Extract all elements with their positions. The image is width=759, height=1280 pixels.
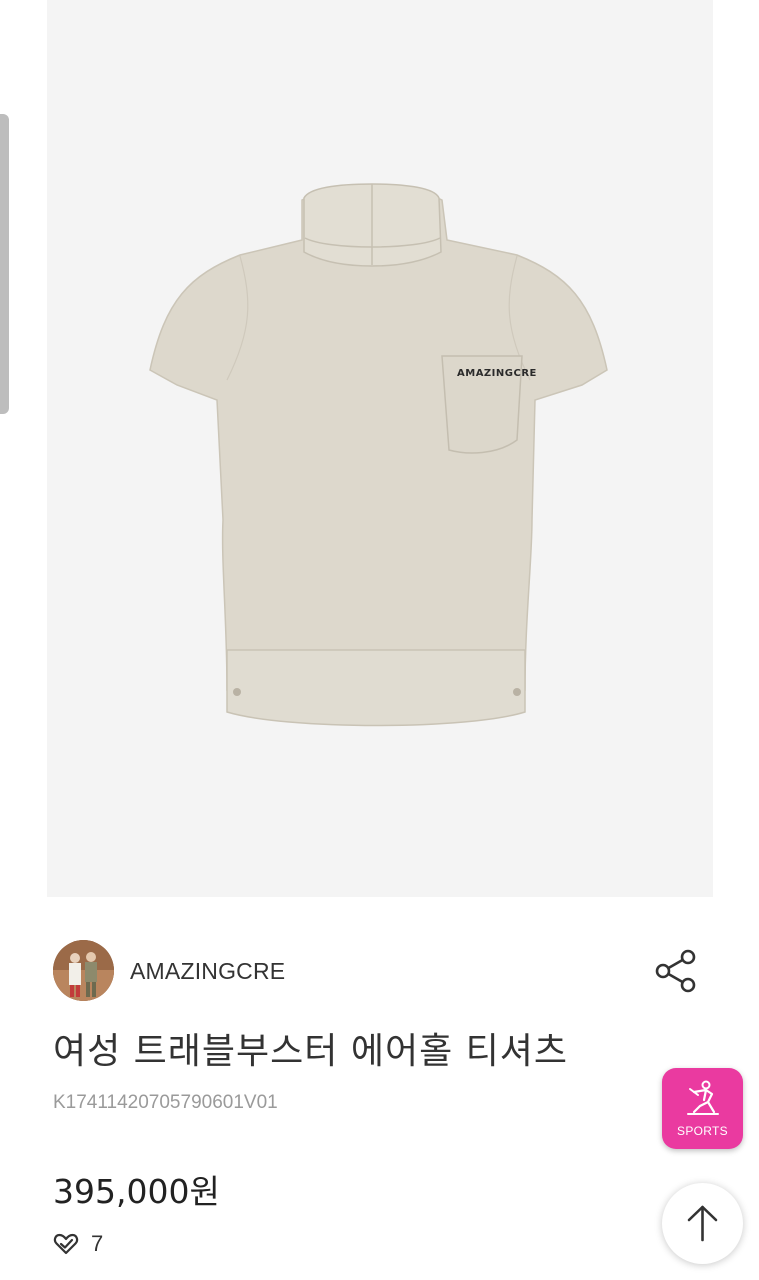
product-image[interactable]: AMAZINGCRE [47,0,713,897]
pocket-logo-text: AMAZINGCRE [457,368,537,379]
brand-row: AMAZINGCRE [53,940,703,1002]
heart-check-icon [53,1233,79,1255]
product-photo: AMAZINGCRE [149,183,608,727]
scroll-indicator[interactable] [0,114,9,414]
share-icon [655,949,696,993]
product-price: 395,000원 [53,1172,220,1211]
product-title: 여성 트래블부스터 에어홀 티셔츠 [53,1031,569,1072]
brand-name[interactable]: AMAZINGCRE [130,958,285,985]
like-button[interactable] [53,1231,79,1257]
sports-button[interactable]: SPORTS [662,1068,743,1149]
arrow-up-icon [687,1205,718,1242]
golfer-icon [687,1080,719,1115]
brand-avatar[interactable] [53,940,114,1001]
product-code: K17411420705790601V01 [53,1092,278,1113]
like-count: 7 [91,1231,104,1256]
scroll-top-button[interactable] [662,1183,743,1264]
sports-label: SPORTS [677,1124,728,1138]
share-button[interactable] [653,948,699,994]
